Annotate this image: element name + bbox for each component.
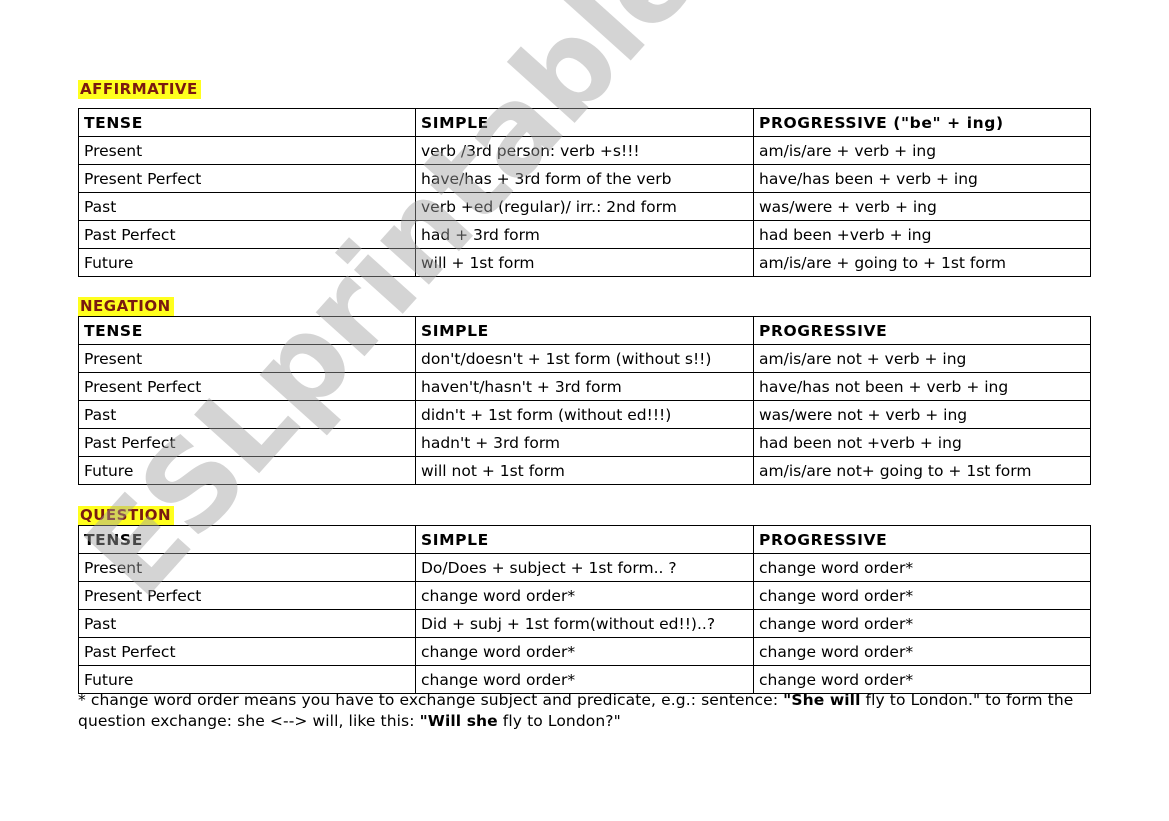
negation-heading: NEGATION [78, 297, 174, 316]
header-tense: TENSE [78, 316, 416, 345]
affirmative-section: AFFIRMATIVE TENSE SIMPLE PROGRESSIVE ("b… [78, 79, 1091, 277]
tense-cell: Past [78, 400, 416, 429]
table-row: Present Do/Does + subject + 1st form.. ? c… [78, 553, 1091, 582]
progressive-cell: have/has been + verb + ing [753, 164, 1091, 193]
header-simple: SIMPLE [415, 108, 754, 137]
question-table: TENSE SIMPLE PROGRESSIVE Present Do/Does … [78, 525, 1091, 694]
progressive-cell: change word order* [753, 637, 1091, 666]
table-row: Future will not + 1st form am/is/are not+ … [78, 456, 1091, 485]
progressive-cell: was/were not + verb + ing [753, 400, 1091, 429]
header-tense: TENSE [78, 525, 416, 554]
progressive-cell: am/is/are not+ going to + 1st form [753, 456, 1091, 485]
simple-cell: will + 1st form [415, 248, 754, 277]
progressive-cell: have/has not been + verb + ing [753, 372, 1091, 401]
simple-cell: verb +ed (regular)/ irr.: 2nd form [415, 192, 754, 221]
table-row: Future will + 1st form am/is/are + going t… [78, 248, 1091, 277]
simple-cell: verb /3rd person: verb +s!!! [415, 136, 754, 165]
table-row: Present don't/doesn't + 1st form (without… [78, 344, 1091, 373]
header-simple: SIMPLE [415, 316, 754, 345]
tense-cell: Past [78, 609, 416, 638]
question-section: QUESTION TENSE SIMPLE PROGRESSIVE Presen… [78, 505, 1091, 694]
simple-cell: will not + 1st form [415, 456, 754, 485]
header-simple: SIMPLE [415, 525, 754, 554]
table-row: Past Perfect change word order* change wor… [78, 637, 1091, 666]
tense-cell: Present [78, 553, 416, 582]
tense-cell: Future [78, 456, 416, 485]
table-header-row: TENSE SIMPLE PROGRESSIVE [78, 316, 1091, 345]
footnote-question-bold: "Will she [419, 712, 498, 730]
tense-cell: Past Perfect [78, 637, 416, 666]
progressive-cell: had been not +verb + ing [753, 428, 1091, 457]
tense-cell: Present Perfect [78, 581, 416, 610]
progressive-cell: change word order* [753, 609, 1091, 638]
table-row: Past verb +ed (regular)/ irr.: 2nd form wa… [78, 192, 1091, 221]
header-progressive: PROGRESSIVE [753, 525, 1091, 554]
progressive-cell: had been +verb + ing [753, 220, 1091, 249]
header-progressive: PROGRESSIVE [753, 316, 1091, 345]
table-header-row: TENSE SIMPLE PROGRESSIVE [78, 525, 1091, 554]
progressive-cell: am/is/are not + verb + ing [753, 344, 1091, 373]
tense-cell: Present Perfect [78, 372, 416, 401]
tense-cell: Past Perfect [78, 428, 416, 457]
simple-cell: haven't/hasn't + 3rd form [415, 372, 754, 401]
progressive-cell: am/is/are + going to + 1st form [753, 248, 1091, 277]
simple-cell: Did + subj + 1st form(without ed!!)..? [415, 609, 754, 638]
simple-cell: Do/Does + subject + 1st form.. ? [415, 553, 754, 582]
table-row: Past Did + subj + 1st form(without ed!!).… [78, 609, 1091, 638]
negation-section: NEGATION TENSE SIMPLE PROGRESSIVE Presen… [78, 296, 1091, 485]
simple-cell: change word order* [415, 581, 754, 610]
simple-cell: have/has + 3rd form of the verb [415, 164, 754, 193]
affirmative-heading: AFFIRMATIVE [78, 80, 201, 99]
footnote-example-bold: "She will [783, 691, 861, 709]
tense-cell: Present [78, 136, 416, 165]
table-row: Present Perfect haven't/hasn't + 3rd form… [78, 372, 1091, 401]
simple-cell: had + 3rd form [415, 220, 754, 249]
tense-cell: Present [78, 344, 416, 373]
header-progressive: PROGRESSIVE ("be" + ing) [753, 108, 1091, 137]
tense-cell: Past Perfect [78, 220, 416, 249]
progressive-cell: change word order* [753, 553, 1091, 582]
table-row: Present verb /3rd person: verb +s!!! am/is… [78, 136, 1091, 165]
footnote-text: * change word order means you have to ex… [78, 691, 784, 709]
tense-cell: Present Perfect [78, 164, 416, 193]
table-row: Present Perfect change word order* change … [78, 581, 1091, 610]
table-row: Past Perfect hadn't + 3rd form had been no… [78, 428, 1091, 457]
tense-cell: Future [78, 248, 416, 277]
question-heading: QUESTION [78, 506, 175, 525]
tense-cell: Past [78, 192, 416, 221]
simple-cell: don't/doesn't + 1st form (without s!!) [415, 344, 754, 373]
simple-cell: hadn't + 3rd form [415, 428, 754, 457]
progressive-cell: change word order* [753, 581, 1091, 610]
table-row: Past Perfect had + 3rd form had been +verb… [78, 220, 1091, 249]
progressive-cell: was/were + verb + ing [753, 192, 1091, 221]
progressive-cell: am/is/are + verb + ing [753, 136, 1091, 165]
affirmative-table: TENSE SIMPLE PROGRESSIVE ("be" + ing) Pr… [78, 108, 1091, 277]
simple-cell: change word order* [415, 637, 754, 666]
footnote-text: fly to London?" [497, 712, 621, 730]
negation-table: TENSE SIMPLE PROGRESSIVE Present don't/do… [78, 316, 1091, 485]
table-row: Present Perfect have/has + 3rd form of th… [78, 164, 1091, 193]
table-header-row: TENSE SIMPLE PROGRESSIVE ("be" + ing) [78, 108, 1091, 137]
header-tense: TENSE [78, 108, 416, 137]
simple-cell: didn't + 1st form (without ed!!!) [415, 400, 754, 429]
table-row: Past didn't + 1st form (without ed!!!) was… [78, 400, 1091, 429]
footnote: * change word order means you have to ex… [78, 690, 1098, 732]
